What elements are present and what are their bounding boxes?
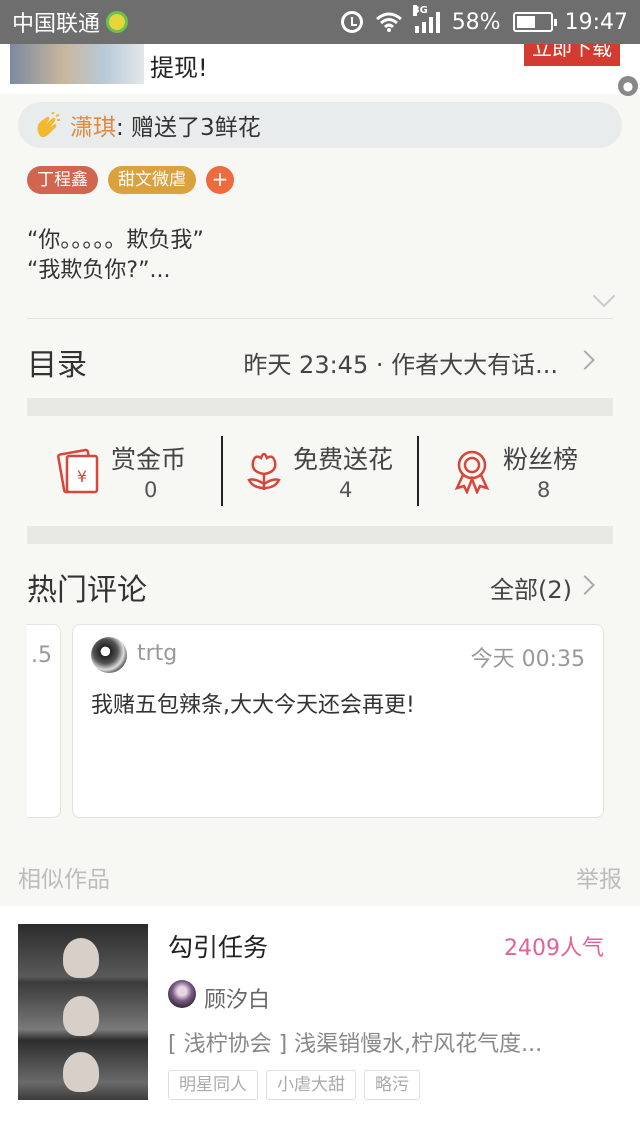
book-tag[interactable]: 明星同人 (168, 1070, 258, 1100)
gift-message: : 赠送了3鲜花 (116, 115, 261, 141)
stat-coins[interactable]: ¥ 赏金币 0 (27, 430, 221, 510)
report-link[interactable]: 举报 (576, 860, 622, 894)
tag-list: 丁程鑫 甜文微虐 + (27, 166, 234, 194)
book-tag[interactable]: 略污 (364, 1070, 420, 1100)
stats-row: ¥ 赏金币 0 免费送花 4 粉丝榜 8 (27, 430, 613, 510)
similar-book-card[interactable]: 勾引任务 2409人气 顾汐白 [ 浅柠协会 ] 浅渠销慢水,柠风花气度... … (0, 906, 640, 1138)
book-popularity: 2409人气 (504, 936, 604, 961)
signal-icon: 3G (412, 5, 440, 33)
ad-banner[interactable]: 提现! 立即下载 ● (0, 44, 640, 96)
carrier: 中国联通 (12, 6, 341, 38)
book-tag[interactable]: 小虐大甜 (266, 1070, 356, 1100)
svg-text:¥: ¥ (77, 467, 87, 486)
tag[interactable]: 甜文微虐 (108, 166, 196, 194)
book-title[interactable]: 勾引任务 (168, 928, 268, 964)
summary-line: “你。。。。。欺负我” (27, 228, 204, 253)
battery-icon (512, 12, 557, 32)
stat-value: 0 (144, 478, 158, 502)
battery-fill (516, 16, 536, 28)
book-author[interactable]: 顾汐白 (204, 982, 270, 1014)
previous-comment-card[interactable]: .5 (27, 624, 61, 818)
gift-banner: 潇琪 : 赠送了3鲜花 (18, 102, 622, 148)
tag[interactable]: 丁程鑫 (27, 166, 98, 194)
ad-text: 提现! (150, 54, 208, 82)
carrier-name: 中国联通 (12, 12, 101, 37)
ad-download-button[interactable]: 立即下载 (524, 44, 620, 66)
battery-percent: 58% (451, 9, 501, 35)
alarm-icon (340, 11, 363, 33)
summary-line: “我欺负你?”... (27, 258, 171, 283)
all-comments-chevron-icon[interactable] (575, 575, 595, 595)
section-band (27, 526, 613, 544)
book-tag-list: 明星同人 小虐大甜 略污 (168, 1070, 420, 1100)
comment-text: 我赌五包辣条,大大今天还会再更! (91, 693, 415, 718)
add-tag-button[interactable]: + (206, 166, 234, 194)
hot-comments-title: 热门评论 (27, 573, 147, 608)
book-description: [ 浅柠协会 ] 浅渠销慢水,柠风花气度... (168, 1032, 543, 1057)
cover-figure (63, 1052, 99, 1092)
all-comments-link[interactable]: 全部(2) (490, 570, 572, 605)
comment-time: 今天 00:35 (470, 647, 585, 672)
comment-fragment: .5 (31, 643, 52, 668)
stat-label: 粉丝榜 (503, 445, 579, 474)
catalog-title[interactable]: 目录 (27, 340, 87, 384)
status-bar: 中国联通 3G 58% 19:47 (0, 0, 640, 44)
book-summary[interactable]: “你。。。。。欺负我” “我欺负你?”... (27, 226, 204, 286)
book-cover[interactable] (18, 924, 148, 1100)
wifi-icon (375, 12, 402, 32)
clock: 19:47 (564, 9, 628, 35)
gift-sender[interactable]: 潇琪 (70, 108, 116, 142)
section-band (27, 398, 613, 416)
stat-label: 免费送花 (293, 445, 394, 474)
divider (27, 318, 613, 319)
comment-username[interactable]: trtg (137, 641, 177, 666)
comment-card[interactable]: trtg 今天 00:35 我赌五包辣条,大大今天还会再更! (72, 624, 604, 818)
avatar[interactable] (91, 637, 127, 673)
medal-icon (454, 450, 490, 494)
flower-icon (247, 452, 281, 490)
stat-fans[interactable]: 粉丝榜 8 (419, 430, 613, 510)
catalog-chevron-icon[interactable] (575, 350, 595, 370)
clap-icon (37, 112, 60, 138)
latest-chapter[interactable]: 昨天 23:45 · 作者大大有话... (243, 345, 558, 380)
stat-flowers[interactable]: 免费送花 4 (223, 430, 417, 510)
carrier-logo-icon (106, 11, 129, 33)
ad-close-icon[interactable]: ● (618, 76, 638, 96)
cover-figure (63, 938, 99, 978)
red-envelope-icon: ¥ (56, 448, 99, 494)
avatar (168, 980, 196, 1008)
cover-figure (63, 996, 99, 1036)
network-type: 3G (412, 5, 428, 16)
stat-value: 4 (339, 478, 353, 502)
stat-value: 8 (537, 478, 551, 502)
similar-works-label: 相似作品 (18, 867, 110, 893)
stat-label: 赏金币 (111, 445, 187, 474)
ad-image (10, 44, 144, 84)
expand-chevron-icon[interactable] (592, 284, 616, 308)
